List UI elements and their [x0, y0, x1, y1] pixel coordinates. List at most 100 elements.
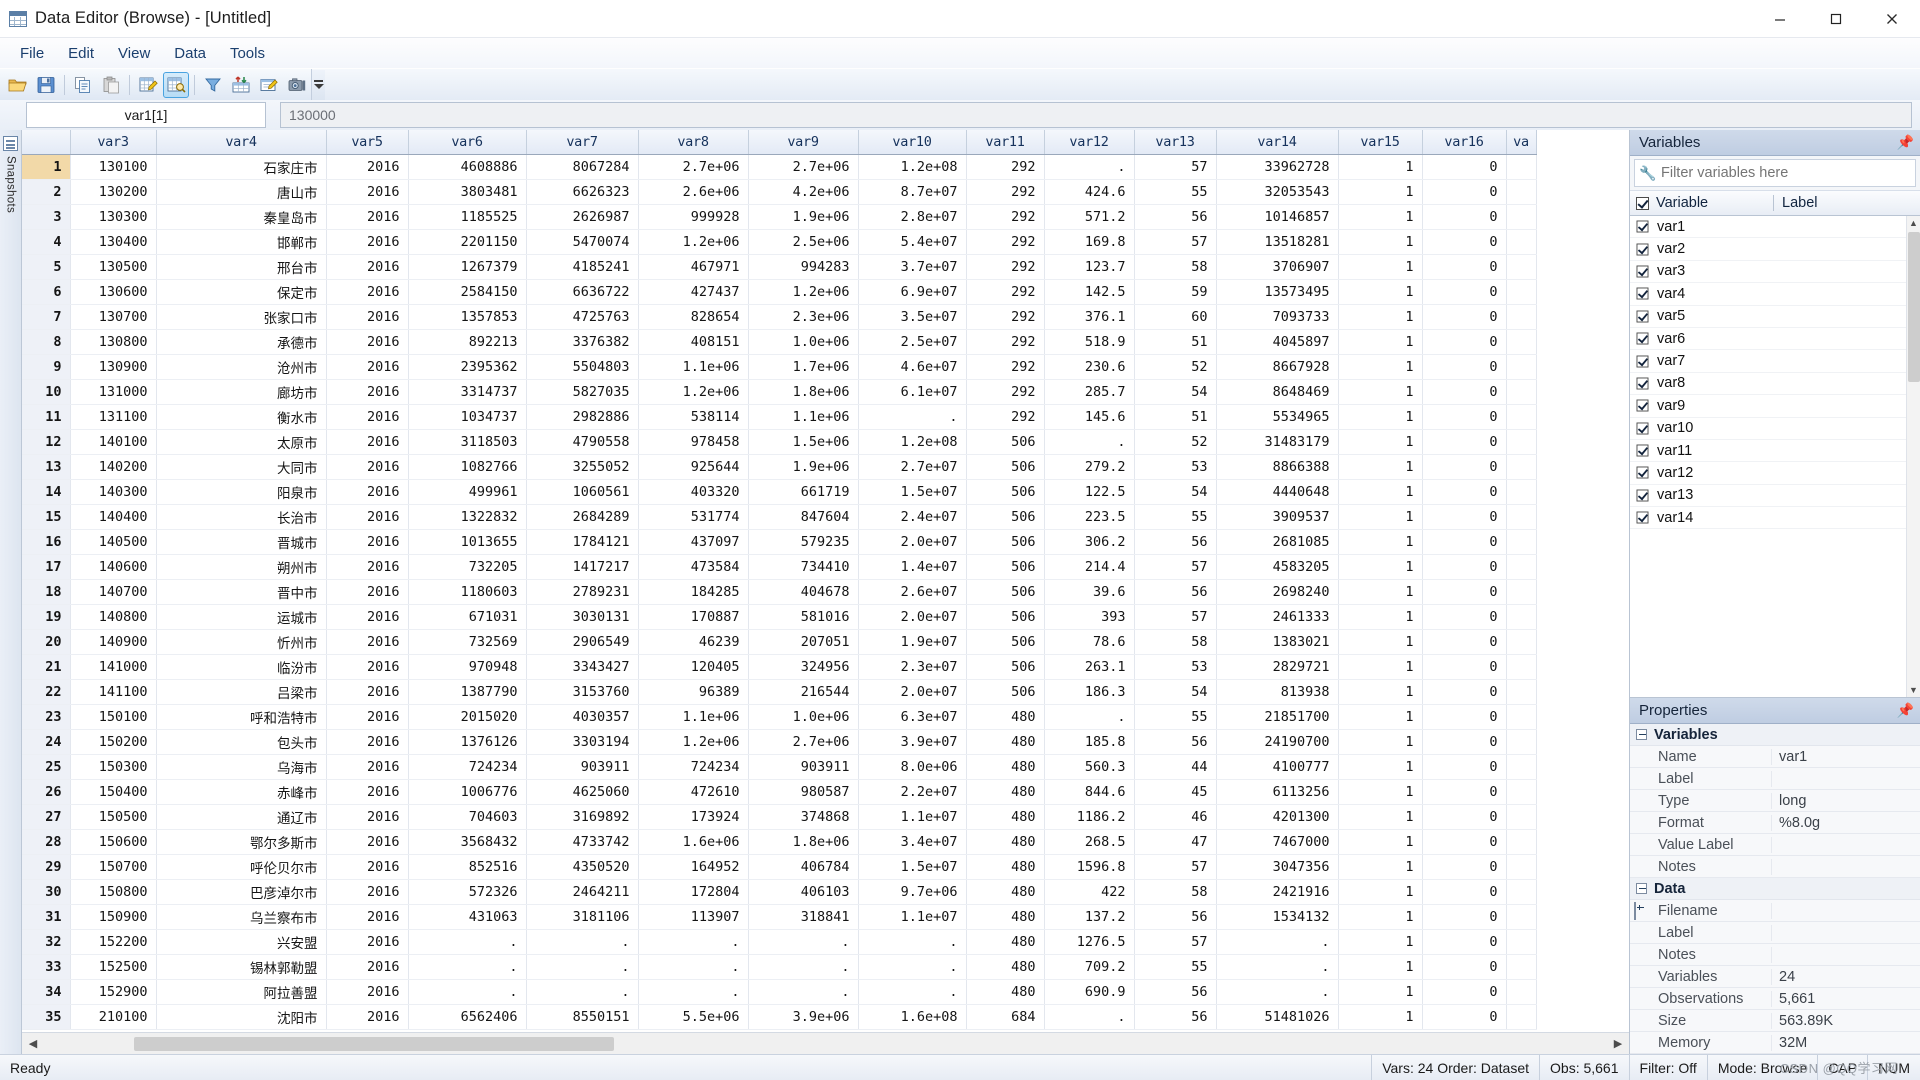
- grid-cell[interactable]: 122.5: [1044, 479, 1135, 505]
- grid-cell[interactable]: 1.2e+06: [638, 729, 749, 755]
- toolbar-overflow-button[interactable]: [312, 69, 325, 100]
- column-header-var8[interactable]: var8: [638, 130, 749, 155]
- grid-cell[interactable]: 130700: [70, 304, 157, 330]
- grid-cell[interactable]: 1006776: [408, 779, 527, 805]
- grid-cell[interactable]: 999928: [638, 204, 749, 230]
- menu-file[interactable]: File: [8, 41, 56, 66]
- grid-cell[interactable]: 480: [966, 829, 1045, 855]
- grid-cell[interactable]: 130900: [70, 354, 157, 380]
- grid-cell[interactable]: 131100: [70, 404, 157, 430]
- property-row[interactable]: Filename: [1630, 900, 1920, 922]
- grid-cell[interactable]: 130400: [70, 229, 157, 255]
- row-number-cell[interactable]: 21: [22, 654, 71, 680]
- grid-cell[interactable]: .: [1216, 929, 1339, 955]
- grid-cell[interactable]: 113907: [638, 904, 749, 930]
- grid-cell[interactable]: [1506, 979, 1537, 1005]
- grid-cell[interactable]: 2.0e+07: [858, 529, 967, 555]
- grid-cell[interactable]: [1506, 579, 1537, 605]
- grid-cell[interactable]: 130800: [70, 329, 157, 355]
- row-number-cell[interactable]: 31: [22, 904, 71, 930]
- grid-cell[interactable]: 1.0e+06: [748, 704, 859, 730]
- grid-cell[interactable]: .: [858, 954, 967, 980]
- grid-cell[interactable]: 邢台市: [156, 254, 327, 280]
- grid-cell[interactable]: 0: [1422, 579, 1507, 605]
- grid-cell[interactable]: 0: [1422, 929, 1507, 955]
- grid-cell[interactable]: 2016: [326, 154, 409, 180]
- variables-scroll-down-arrow[interactable]: ▼: [1907, 683, 1920, 697]
- grid-cell[interactable]: 292: [966, 204, 1045, 230]
- grid-cell[interactable]: 1: [1338, 179, 1423, 205]
- grid-cell[interactable]: 1417217: [526, 554, 639, 580]
- grid-cell[interactable]: 承德市: [156, 329, 327, 355]
- grid-cell[interactable]: 480: [966, 954, 1045, 980]
- table-row[interactable]: 25 150300 乌海市 2016 724234 903911 724234 903911 8…: [22, 754, 1537, 780]
- grid-cell[interactable]: 3706907: [1216, 254, 1339, 280]
- maximize-button[interactable]: [1808, 0, 1864, 37]
- grid-cell[interactable]: 6636722: [526, 279, 639, 305]
- grid-cell[interactable]: 150300: [70, 754, 157, 780]
- grid-cell[interactable]: 8550151: [526, 1004, 639, 1030]
- grid-cell[interactable]: 吕梁市: [156, 679, 327, 705]
- grid-cell[interactable]: 6562406: [408, 1004, 527, 1030]
- grid-cell[interactable]: .: [1044, 1004, 1135, 1030]
- grid-cell[interactable]: 140100: [70, 429, 157, 455]
- grid-cell[interactable]: 2016: [326, 179, 409, 205]
- grid-cell[interactable]: 朔州市: [156, 554, 327, 580]
- grid-cell[interactable]: 13573495: [1216, 279, 1339, 305]
- grid-cell[interactable]: [1506, 604, 1537, 630]
- grid-corner[interactable]: [22, 130, 71, 155]
- grid-cell[interactable]: 1: [1338, 554, 1423, 580]
- grid-cell[interactable]: 4625060: [526, 779, 639, 805]
- grid-cell[interactable]: [1506, 229, 1537, 255]
- grid-cell[interactable]: 7467000: [1216, 829, 1339, 855]
- grid-cell[interactable]: 锡林郭勒盟: [156, 954, 327, 980]
- grid-cell[interactable]: 732205: [408, 554, 527, 580]
- grid-cell[interactable]: 衡水市: [156, 404, 327, 430]
- table-row[interactable]: 2 130200 唐山市 2016 3803481 6626323 2.6e+06 4.2e+…: [22, 179, 1537, 205]
- grid-cell[interactable]: 292: [966, 404, 1045, 430]
- grid-cell[interactable]: 480: [966, 979, 1045, 1005]
- grid-cell[interactable]: 437097: [638, 529, 749, 555]
- grid-cell[interactable]: 4201300: [1216, 804, 1339, 830]
- grid-cell[interactable]: 1: [1338, 279, 1423, 305]
- column-header-var4[interactable]: var4: [156, 130, 327, 155]
- grid-cell[interactable]: 123.7: [1044, 254, 1135, 280]
- row-number-cell[interactable]: 14: [22, 479, 71, 505]
- grid-cell[interactable]: 2016: [326, 454, 409, 480]
- property-row[interactable]: Memory 32M: [1630, 1032, 1920, 1054]
- grid-cell[interactable]: [1506, 654, 1537, 680]
- grid-cell[interactable]: [1506, 704, 1537, 730]
- grid-cell[interactable]: [1506, 329, 1537, 355]
- grid-cell[interactable]: 1: [1338, 404, 1423, 430]
- grid-cell[interactable]: 480: [966, 804, 1045, 830]
- grid-cell[interactable]: 1784121: [526, 529, 639, 555]
- variable-list-item[interactable]: var7: [1630, 350, 1920, 373]
- grid-cell[interactable]: 2016: [326, 929, 409, 955]
- table-row[interactable]: 18 140700 晋中市 2016 1180603 2789231 184285 40467…: [22, 579, 1537, 605]
- grid-cell[interactable]: 5470074: [526, 229, 639, 255]
- grid-cell[interactable]: 8067284: [526, 154, 639, 180]
- grid-cell[interactable]: 2681085: [1216, 529, 1339, 555]
- menu-tools[interactable]: Tools: [218, 41, 277, 66]
- variable-list-item[interactable]: var1: [1630, 216, 1920, 239]
- property-value[interactable]: 24: [1772, 969, 1920, 985]
- grid-cell[interactable]: 3803481: [408, 179, 527, 205]
- grid-cell[interactable]: 292: [966, 304, 1045, 330]
- table-row[interactable]: 27 150500 通辽市 2016 704603 3169892 173924 374868…: [22, 804, 1537, 830]
- table-row[interactable]: 29 150700 呼伦贝尔市 2016 852516 4350520 164952 4067…: [22, 854, 1537, 880]
- grid-cell[interactable]: 403320: [638, 479, 749, 505]
- grid-cell[interactable]: 1376126: [408, 729, 527, 755]
- grid-cell[interactable]: 呼伦贝尔市: [156, 854, 327, 880]
- snapshot-button[interactable]: [284, 72, 310, 98]
- grid-cell[interactable]: 1.4e+07: [858, 554, 967, 580]
- grid-cell[interactable]: 1185525: [408, 204, 527, 230]
- grid-cell[interactable]: 970948: [408, 654, 527, 680]
- grid-cell[interactable]: 661719: [748, 479, 859, 505]
- grid-cell[interactable]: 阿拉善盟: [156, 979, 327, 1005]
- grid-cell[interactable]: 1: [1338, 154, 1423, 180]
- grid-cell[interactable]: 57: [1134, 554, 1217, 580]
- grid-cell[interactable]: 2016: [326, 779, 409, 805]
- grid-cell[interactable]: 406784: [748, 854, 859, 880]
- grid-cell[interactable]: 140300: [70, 479, 157, 505]
- variable-list-item[interactable]: var14: [1630, 507, 1920, 530]
